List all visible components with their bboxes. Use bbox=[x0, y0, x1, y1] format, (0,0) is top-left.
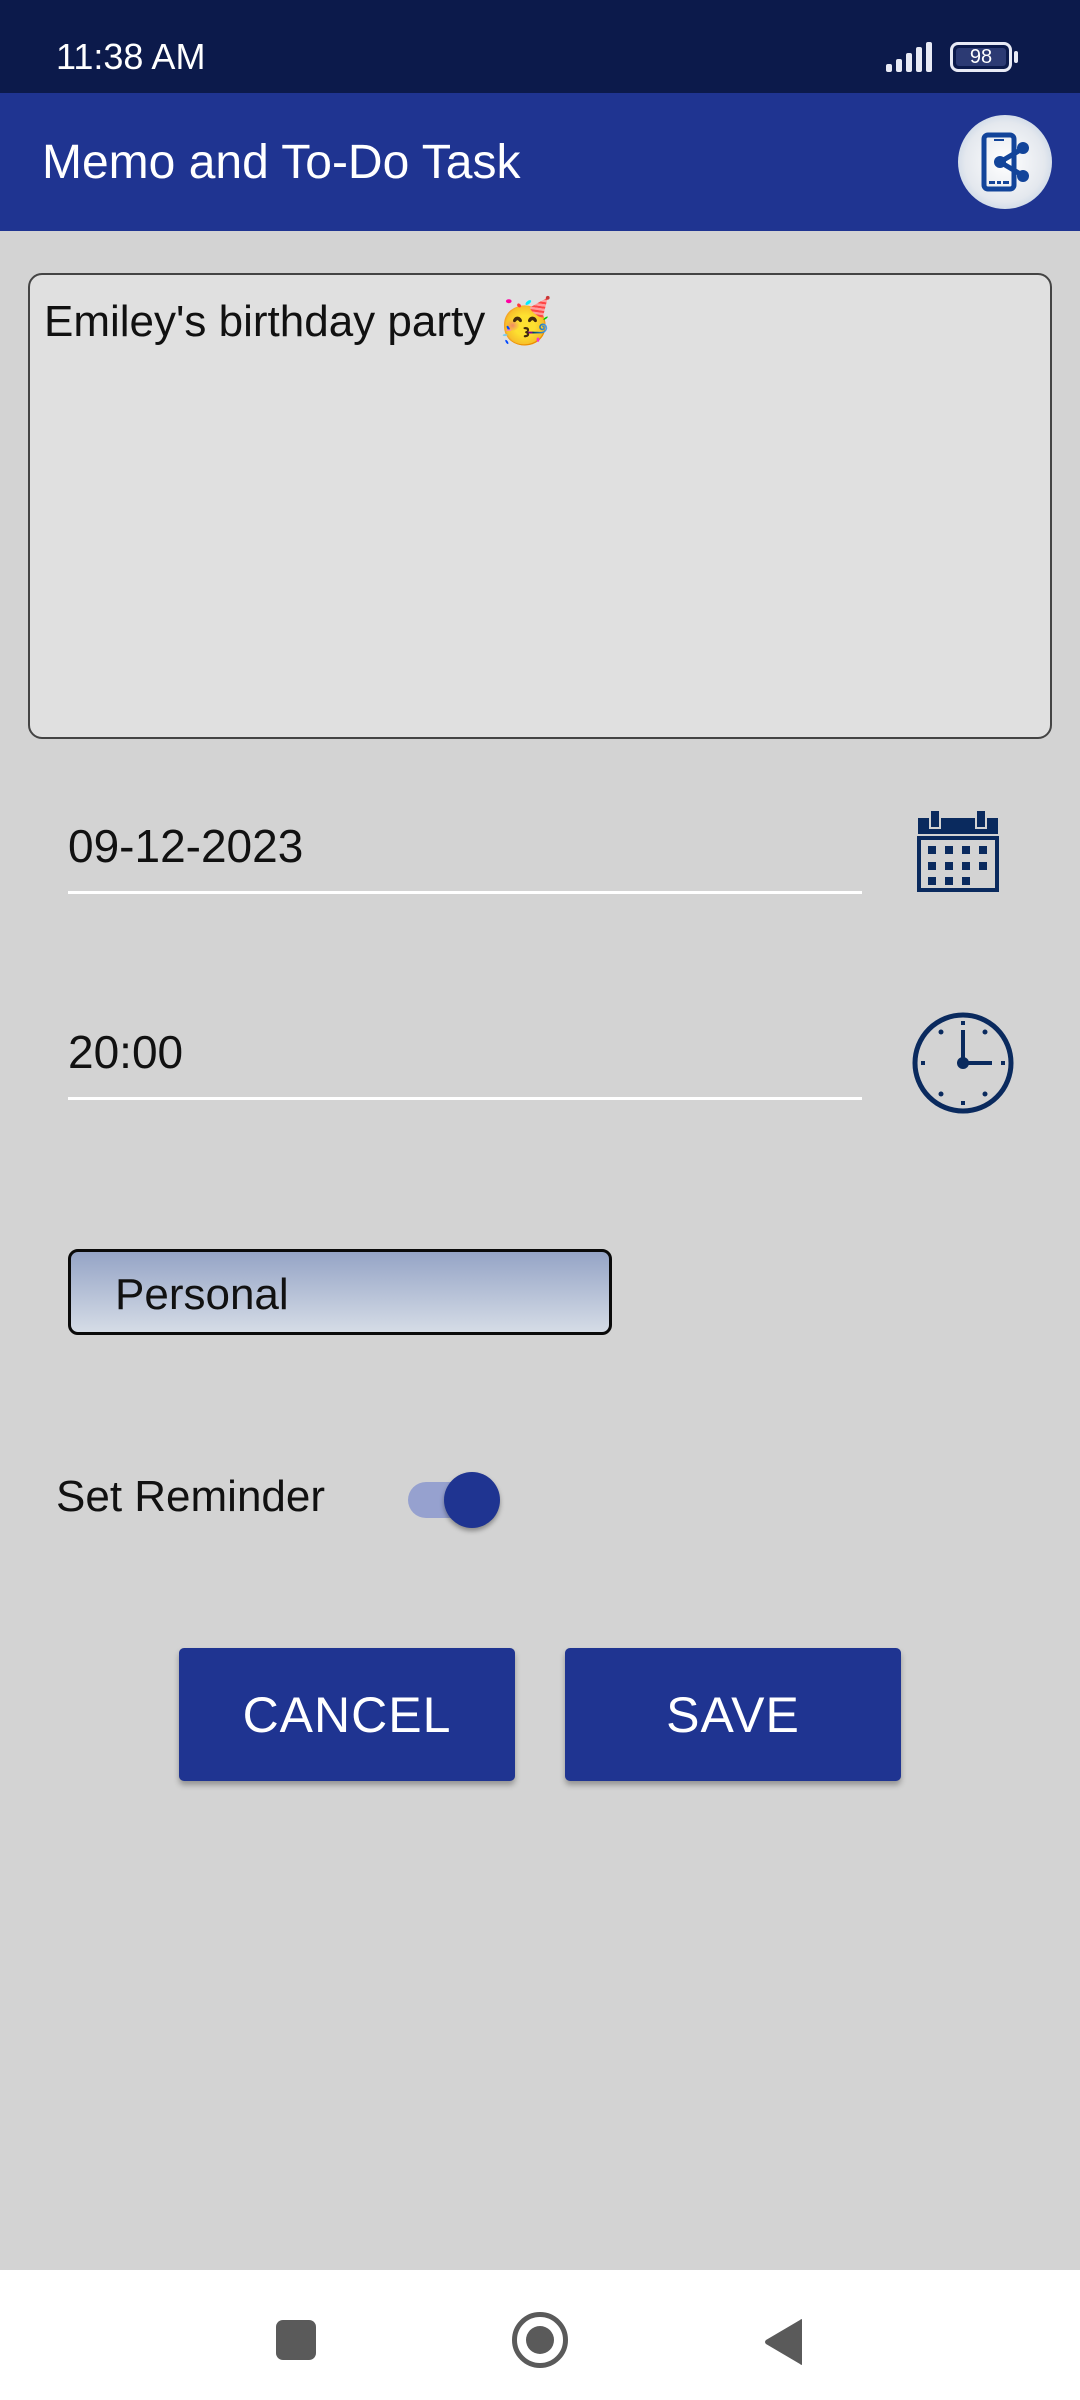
date-field[interactable]: 09-12-2023 bbox=[68, 804, 862, 894]
time-value: 20:00 bbox=[68, 1026, 184, 1078]
time-field[interactable]: 20:00 bbox=[68, 1010, 862, 1100]
clock-button[interactable] bbox=[910, 1010, 1016, 1116]
home-icon[interactable] bbox=[512, 2312, 568, 2368]
memo-text: Emiley's birthday party 🥳 bbox=[44, 297, 553, 346]
battery-tip bbox=[1014, 51, 1018, 63]
memo-textarea[interactable]: Emiley's birthday party 🥳 bbox=[28, 273, 1052, 739]
navigation-bar bbox=[0, 2270, 1080, 2400]
clock-icon bbox=[912, 1012, 1014, 1114]
recent-apps-icon[interactable] bbox=[276, 2320, 316, 2360]
signal-icon bbox=[886, 42, 932, 72]
category-selected: Personal bbox=[115, 1270, 289, 1319]
toggle-thumb bbox=[444, 1472, 500, 1528]
home-dot bbox=[526, 2326, 554, 2354]
save-button[interactable]: SAVE bbox=[565, 1648, 901, 1781]
share-button[interactable] bbox=[958, 115, 1052, 209]
reminder-label: Set Reminder bbox=[56, 1472, 326, 1521]
calendar-icon bbox=[917, 809, 999, 892]
battery-level: 98 bbox=[956, 47, 1006, 67]
calendar-button[interactable] bbox=[916, 808, 1002, 894]
share-phone-icon bbox=[981, 132, 1029, 192]
cancel-button[interactable]: CANCEL bbox=[179, 1648, 515, 1781]
battery-icon: 98 bbox=[950, 42, 1012, 72]
back-icon[interactable] bbox=[764, 2318, 804, 2366]
category-dropdown[interactable]: Personal bbox=[68, 1249, 612, 1335]
status-bar: 11:38 AM 98 bbox=[0, 0, 1080, 93]
status-time: 11:38 AM bbox=[56, 36, 206, 77]
app-bar: Memo and To-Do Task bbox=[0, 93, 1080, 231]
reminder-toggle[interactable] bbox=[406, 1466, 500, 1528]
date-value: 09-12-2023 bbox=[68, 820, 304, 872]
app-title: Memo and To-Do Task bbox=[42, 136, 521, 189]
